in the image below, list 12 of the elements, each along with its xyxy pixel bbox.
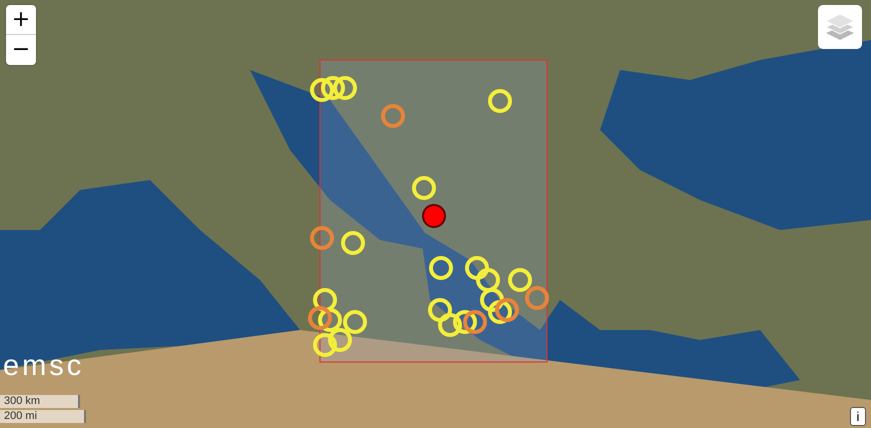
scale-bar-metric: 300 km: [0, 395, 80, 408]
zoom-out-button[interactable]: −: [6, 35, 36, 65]
info-button[interactable]: i: [850, 407, 866, 426]
scale-bar-imperial: 200 mi: [0, 410, 86, 423]
layers-icon: [825, 13, 855, 41]
earthquake-marker[interactable]: [525, 286, 549, 310]
earthquake-marker[interactable]: [463, 310, 487, 334]
zoom-in-button[interactable]: +: [6, 5, 36, 35]
earthquake-marker[interactable]: [381, 104, 405, 128]
earthquake-marker[interactable]: [308, 306, 332, 330]
earthquake-marker[interactable]: [495, 298, 519, 322]
earthquake-marker[interactable]: [310, 226, 334, 250]
